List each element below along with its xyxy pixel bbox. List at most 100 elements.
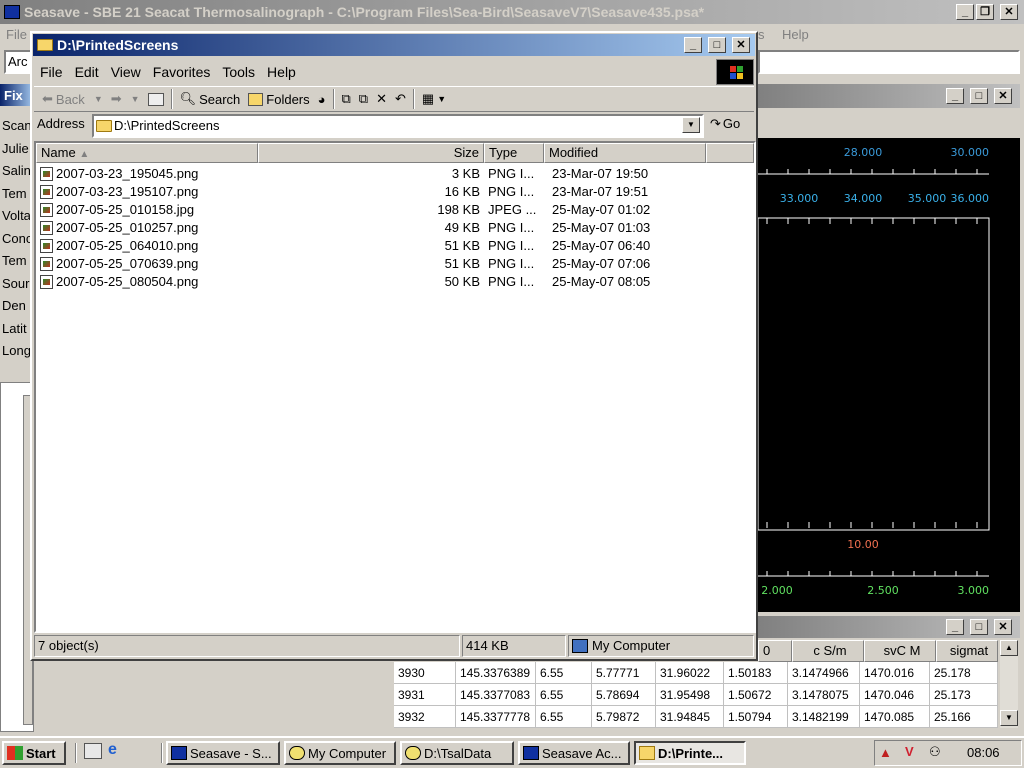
grid-cell: 1.50183 [724, 662, 788, 684]
grid-close-button[interactable]: ✕ [994, 619, 1012, 635]
seasave-restore-button[interactable]: ❐ [976, 4, 994, 20]
grid-cell: 6.55 [536, 662, 592, 684]
col-header-type[interactable]: Type [484, 143, 544, 163]
taskbar-button[interactable]: D:\TsalData [400, 741, 514, 765]
file-type: PNG I... [488, 184, 535, 199]
col-header-name[interactable]: Name ▲ [36, 143, 258, 163]
grid-minimize-button[interactable]: _ [946, 619, 964, 635]
file-name: 2007-05-25_064010.png [56, 238, 199, 253]
views-button[interactable]: ▦ ▼ [418, 88, 450, 110]
delete-icon: ✕ [376, 91, 387, 106]
grid-cell: 5.77771 [592, 662, 656, 684]
grid-cell: 3932 [394, 706, 456, 728]
menu-favorites[interactable]: Favorites [147, 61, 217, 83]
image-file-icon [40, 203, 53, 217]
seasave-menu-help[interactable]: Help [782, 24, 809, 46]
show-desktop-icon[interactable] [84, 743, 102, 759]
col-header-size[interactable]: Size [258, 143, 484, 163]
grid-scroll-down-icon[interactable]: ▼ [1000, 710, 1018, 726]
grid-cell: 145.3377083 [456, 684, 536, 706]
grid-cell: 5.78694 [592, 684, 656, 706]
search-button[interactable]: 🔍︎ Search [176, 88, 245, 110]
image-file-icon [40, 185, 53, 199]
file-type: PNG I... [488, 238, 535, 253]
explorer-minimize-button[interactable]: _ [684, 37, 702, 53]
undo-button[interactable]: ↶ [391, 88, 410, 110]
seasave-menu-file[interactable]: File [6, 24, 27, 46]
grid-cell: 1470.085 [860, 706, 930, 728]
forward-button[interactable]: ➡ ▼ [107, 88, 144, 110]
delete-button[interactable]: ✕ [372, 88, 391, 110]
move-to-button[interactable]: ⧉ [338, 88, 355, 110]
grid-cell: 3.1482199 [788, 706, 860, 728]
file-name: 2007-05-25_080504.png [56, 274, 199, 289]
address-input[interactable]: D:\PrintedScreens ▼ [92, 114, 704, 138]
fixed-display-label: Den [2, 298, 26, 313]
file-row[interactable]: 2007-05-25_010158.jpg 198 KB JPEG ... 25-Ma… [36, 201, 754, 219]
go-label: Go [722, 116, 741, 131]
menu-help[interactable]: Help [261, 61, 302, 83]
tray-antivirus-icon[interactable]: V [905, 744, 914, 759]
status-size-text: 414 KB [466, 638, 509, 653]
col-header-modified[interactable]: Modified [544, 143, 706, 163]
plot-maximize-button[interactable]: □ [970, 88, 988, 104]
back-label: Back [55, 91, 85, 107]
seasave-close-button[interactable]: ✕ [1000, 4, 1018, 20]
menu-tools[interactable]: Tools [216, 61, 261, 83]
go-arrow-icon: ↷ [710, 116, 721, 131]
grid-cell: 145.3376389 [456, 662, 536, 684]
start-button[interactable]: Start [2, 741, 66, 765]
explorer-close-button[interactable]: ✕ [732, 37, 750, 53]
grid-maximize-button[interactable]: □ [970, 619, 988, 635]
file-row[interactable]: 2007-05-25_064010.png 51 KB PNG I... 25-May… [36, 237, 754, 255]
grid-col-svc: svC M [864, 640, 936, 662]
taskbar-button[interactable]: Seasave - S... [166, 741, 280, 765]
file-row[interactable]: 2007-05-25_010257.png 49 KB PNG I... 25-May… [36, 219, 754, 237]
history-button[interactable]: ◕ [314, 88, 330, 110]
plot-minimize-button[interactable]: _ [946, 88, 964, 104]
search-label: Search [199, 91, 241, 107]
status-zone: My Computer [568, 635, 754, 657]
file-type: PNG I... [488, 220, 535, 235]
plot-close-button[interactable]: ✕ [994, 88, 1012, 104]
taskbar-button[interactable]: D:\Printe... [634, 741, 746, 765]
taskbar-button[interactable]: My Computer [284, 741, 396, 765]
plot-tick-label: 36.000 [951, 192, 990, 205]
copy-to-button[interactable]: ⧉ [355, 88, 372, 110]
go-button[interactable]: ↷ Go [710, 116, 740, 132]
plot-tick-label: 3.000 [958, 584, 990, 597]
back-dropdown-icon: ▼ [93, 94, 103, 104]
file-row[interactable]: 2007-03-23_195045.png 3 KB PNG I... 23-Mar-… [36, 165, 754, 183]
menu-view[interactable]: View [105, 61, 147, 83]
plot-tick-label: 30.000 [951, 146, 990, 159]
file-modified: 23-Mar-07 19:50 [552, 166, 649, 181]
plot-canvas: 28.000 30.000 33.000 34.000 35.000 36.000 10.0… [757, 146, 990, 597]
explorer-window: D:\PrintedScreens _ □ ✕ File Edit View Favo… [30, 31, 758, 661]
file-row[interactable]: 2007-05-25_080504.png 50 KB PNG I... 25-May… [36, 273, 754, 291]
plot-tick-label: 34.000 [844, 192, 883, 205]
folders-button[interactable]: Folders [244, 88, 313, 110]
file-modified: 25-May-07 08:05 [552, 274, 651, 289]
address-value: D:\PrintedScreens [114, 118, 220, 133]
file-row[interactable]: 2007-05-25_070639.png 51 KB PNG I... 25-May… [36, 255, 754, 273]
taskbar-button-label: My Computer [308, 745, 387, 761]
grid-scrollbar[interactable]: ▲ ▼ [1000, 640, 1018, 728]
fixed-display-label: Latit [2, 320, 27, 336]
taskbar-button[interactable]: Seasave Ac... [518, 741, 630, 765]
seasave-menu-partial[interactable]: s [758, 24, 765, 46]
seasave-app-icon [4, 5, 20, 19]
menu-edit[interactable]: Edit [69, 61, 105, 83]
back-button[interactable]: ⬅ Back ▼ [38, 88, 107, 110]
seasave-minimize-button[interactable]: _ [956, 4, 974, 20]
up-folder-button[interactable] [144, 88, 168, 110]
menu-file[interactable]: File [34, 61, 69, 83]
file-row[interactable]: 2007-03-23_195107.png 16 KB PNG I... 23-Mar… [36, 183, 754, 201]
grid-scroll-up-icon[interactable]: ▲ [1000, 640, 1018, 656]
fixed-display-label: Sour [2, 275, 30, 291]
tray-network-icon[interactable]: ▲ [879, 745, 892, 760]
address-dropdown-icon[interactable]: ▼ [682, 117, 700, 133]
explorer-maximize-button[interactable]: □ [708, 37, 726, 53]
address-bar: Address D:\PrintedScreens ▼ ↷ Go [34, 113, 754, 139]
tray-users-icon[interactable]: ⚇ [929, 744, 941, 760]
internet-explorer-icon[interactable]: e [108, 741, 117, 759]
